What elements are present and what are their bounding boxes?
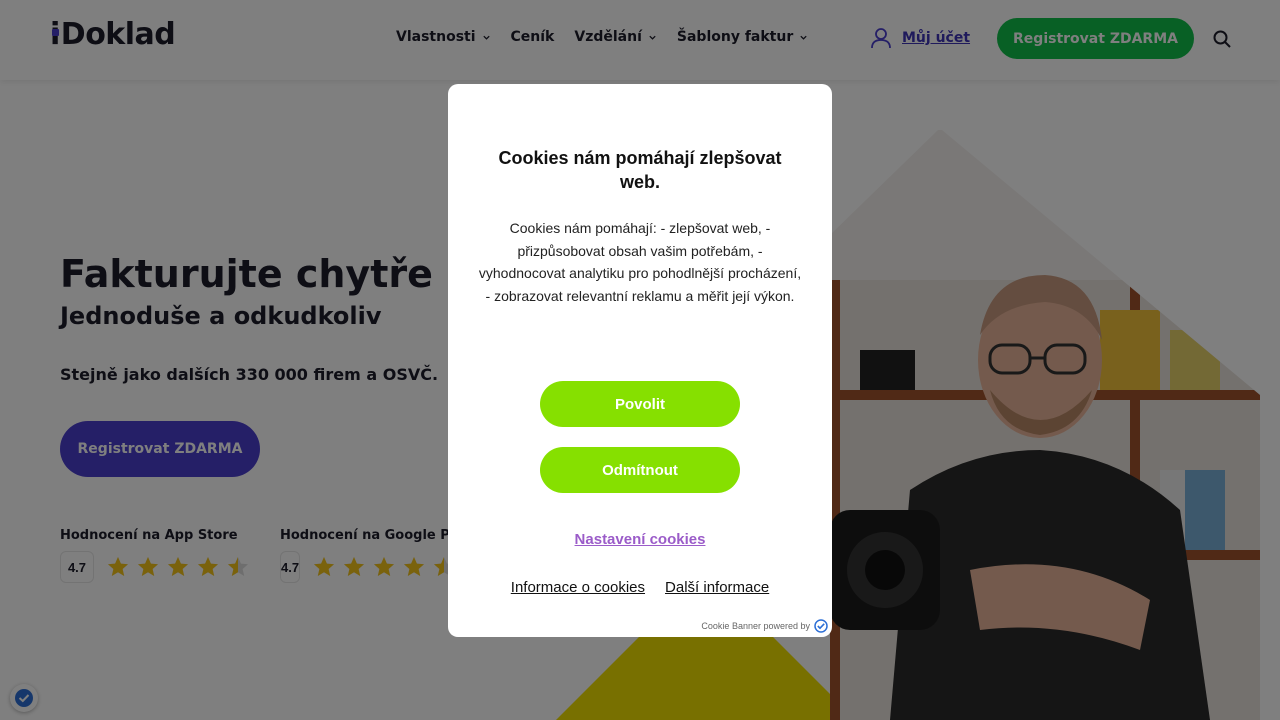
reject-cookies-button[interactable]: Odmítnout — [540, 447, 740, 493]
cookie-banner-logo-icon — [814, 619, 828, 633]
powered-by-label: Cookie Banner powered by — [701, 619, 828, 633]
cookie-info-links: Informace o cookies Další informace — [448, 579, 832, 596]
cookie-consent-dialog: Cookies nám pomáhají zlepšovat web. Cook… — [448, 84, 832, 637]
cookie-dialog-text: Cookies nám pomáhají: - zlepšovat web, -… — [478, 220, 802, 304]
accept-cookies-button[interactable]: Povolit — [540, 381, 740, 427]
powered-by-text: Cookie Banner powered by — [701, 621, 810, 631]
cookie-info-link[interactable]: Informace o cookies — [511, 579, 645, 596]
cookie-dialog-title: Cookies nám pomáhají zlepšovat web. — [498, 148, 782, 192]
more-info-link[interactable]: Další informace — [665, 579, 769, 596]
cookie-settings-link[interactable]: Nastavení cookies — [448, 531, 832, 548]
